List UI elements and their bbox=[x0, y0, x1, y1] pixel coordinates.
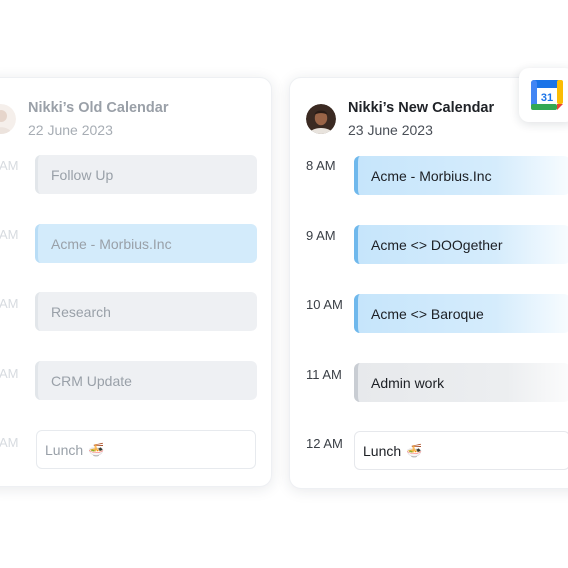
avatar bbox=[306, 104, 336, 134]
event-label: Acme - Morbius.Inc bbox=[51, 235, 172, 252]
time-label-8am: 8 AM bbox=[306, 158, 336, 173]
event-label: Lunch bbox=[45, 441, 84, 458]
event-label: Lunch bbox=[363, 442, 402, 459]
event-admin-work[interactable]: Admin work bbox=[354, 363, 568, 402]
old-calendar-card: Nikki’s Old Calendar 22 June 2023 AM AM … bbox=[0, 77, 272, 487]
event-crm-update[interactable]: CRM Update bbox=[35, 361, 257, 400]
time-label: AM bbox=[0, 296, 19, 311]
event-label: CRM Update bbox=[51, 372, 132, 389]
event-label: Admin work bbox=[371, 374, 445, 391]
avatar bbox=[0, 104, 16, 134]
time-label: AM bbox=[0, 158, 19, 173]
noodle-bowl-icon: 🍜 bbox=[406, 442, 423, 458]
event-lunch[interactable]: Lunch 🍜 bbox=[354, 431, 568, 470]
time-label-9am: 9 AM bbox=[306, 228, 336, 243]
new-calendar-title: Nikki’s New Calendar bbox=[348, 100, 495, 116]
event-acme-doogether[interactable]: Acme <> DOOgether bbox=[354, 225, 568, 264]
new-calendar-header: Nikki’s New Calendar 23 June 2023 bbox=[306, 99, 494, 139]
time-label-11am: 11 AM bbox=[306, 367, 342, 382]
event-label: Acme - Morbius.Inc bbox=[371, 167, 492, 184]
old-calendar-header: Nikki’s Old Calendar 22 June 2023 bbox=[0, 99, 168, 139]
google-calendar-badge[interactable]: 31 bbox=[519, 68, 568, 122]
event-acme-baroque[interactable]: Acme <> Baroque bbox=[354, 294, 568, 333]
event-label: Acme <> DOOgether bbox=[371, 236, 503, 253]
event-acme-morbius[interactable]: Acme - Morbius.Inc bbox=[35, 224, 257, 263]
new-calendar-date: 23 June 2023 bbox=[348, 122, 433, 138]
time-label: AM bbox=[0, 366, 19, 381]
event-acme-morbius[interactable]: Acme - Morbius.Inc bbox=[354, 156, 568, 195]
noodle-bowl-icon: 🍜 bbox=[88, 441, 105, 457]
time-label: AM bbox=[0, 227, 19, 242]
event-label: Research bbox=[51, 303, 111, 320]
event-label: Follow Up bbox=[51, 166, 114, 183]
event-research[interactable]: Research bbox=[35, 292, 257, 331]
old-calendar-title: Nikki’s Old Calendar bbox=[28, 100, 169, 116]
time-label-10am: 10 AM bbox=[306, 297, 343, 312]
calendar-day-number: 31 bbox=[541, 92, 553, 104]
event-lunch[interactable]: Lunch 🍜 bbox=[36, 430, 256, 469]
new-calendar-card: Nikki’s New Calendar 23 June 2023 8 AM 9… bbox=[289, 77, 568, 489]
time-label: AM bbox=[0, 435, 19, 450]
old-calendar-date: 22 June 2023 bbox=[28, 122, 113, 138]
event-follow-up[interactable]: Follow Up bbox=[35, 155, 257, 194]
google-calendar-icon: 31 bbox=[531, 80, 563, 110]
event-label: Acme <> Baroque bbox=[371, 305, 484, 322]
time-label-12am: 12 AM bbox=[306, 436, 343, 451]
